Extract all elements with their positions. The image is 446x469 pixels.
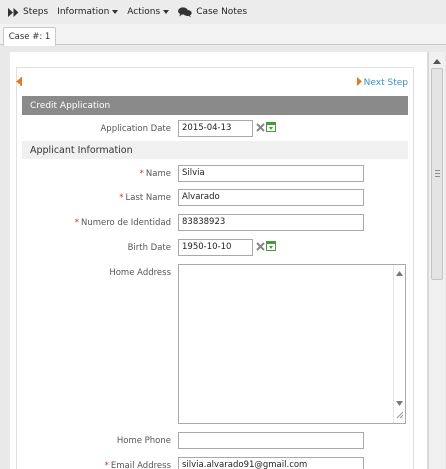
top-toolbar: Steps Information Actions Case Notes (0, 0, 446, 24)
required-marker: * (104, 461, 109, 469)
application-date-field[interactable]: 2015-04-13 (178, 120, 253, 137)
section-header-applicant-information: Applicant Information (22, 141, 408, 159)
information-menu[interactable]: Information (57, 7, 119, 17)
application-date-label: Application Date (100, 124, 171, 134)
resize-grip-icon[interactable] (396, 411, 404, 422)
grip-line (435, 173, 440, 174)
section-header-credit-application: Credit Application (22, 96, 408, 115)
birth-date-label: Birth Date (127, 243, 171, 253)
tab-strip: Case #: 1 (0, 24, 446, 46)
name-field[interactable]: Silvia (178, 165, 364, 182)
calendar-icon[interactable] (266, 122, 276, 135)
steps-menu[interactable]: Steps (8, 7, 48, 17)
tab-case-label: Case #: 1 (8, 32, 51, 42)
grip-line (435, 170, 440, 171)
numero-identidad-label: * Numero de Identidad (74, 218, 171, 228)
applicant-section-title: Applicant Information (30, 144, 133, 156)
last-name-label: * Last Name (119, 193, 171, 203)
grip-line (435, 176, 440, 177)
application-date-row: Application Date 2015-04-13 (22, 120, 408, 138)
case-notes-label: Case Notes (196, 7, 248, 17)
steps-label: Steps (23, 7, 49, 17)
previous-step-icon[interactable] (16, 77, 22, 89)
chat-bubbles-icon (178, 6, 192, 18)
numero-identidad-row: * Numero de Identidad 83838923 (22, 214, 408, 232)
email-address-field[interactable]: silvia.alvarado91@gmail.com (178, 457, 364, 469)
birth-date-field[interactable]: 1950-10-10 (178, 239, 253, 256)
scroll-up-icon[interactable] (433, 57, 441, 67)
last-name-row: * Last Name Alvarado (22, 189, 408, 207)
required-marker: * (139, 169, 144, 179)
home-phone-label: Home Phone (116, 436, 171, 446)
last-name-field[interactable]: Alvarado (178, 189, 364, 206)
actions-label: Actions (127, 7, 161, 17)
home-address-textarea[interactable] (178, 264, 406, 424)
name-row: * Name Silvia (22, 165, 408, 183)
chevron-down-icon (112, 10, 119, 14)
home-address-row: Home Address (22, 264, 408, 426)
case-notes-button[interactable]: Case Notes (178, 6, 248, 18)
name-label: * Name (139, 169, 171, 179)
home-address-label: Home Address (109, 268, 171, 278)
scrollbar-thumb[interactable] (431, 68, 443, 280)
page-scrollbar[interactable] (428, 52, 445, 469)
next-step-label: Next Step (363, 78, 408, 88)
information-label: Information (57, 7, 110, 17)
calendar-icon[interactable] (266, 241, 276, 254)
chevron-down-icon (163, 10, 170, 14)
fast-forward-icon (8, 7, 19, 17)
next-step-link[interactable]: Next Step (356, 77, 408, 89)
home-phone-field[interactable] (178, 432, 364, 449)
email-address-row: * Email Address silvia.alvarado91@gmail.c… (22, 457, 408, 469)
required-marker: * (119, 193, 124, 203)
tab-case[interactable]: Case #: 1 (3, 27, 56, 46)
email-address-label: * Email Address (104, 461, 171, 469)
required-marker: * (74, 218, 79, 228)
section-title: Credit Application (30, 100, 111, 111)
scroll-down-icon[interactable] (396, 399, 403, 409)
numero-identidad-field[interactable]: 83838923 (178, 214, 364, 231)
textarea-scrollbar[interactable] (393, 265, 405, 423)
scroll-up-icon[interactable] (396, 269, 403, 279)
clear-icon[interactable] (256, 123, 265, 135)
birth-date-row: Birth Date 1950-10-10 (22, 239, 408, 257)
next-arrow-icon (356, 77, 362, 89)
home-phone-row: Home Phone (22, 432, 408, 450)
clear-icon[interactable] (256, 242, 265, 254)
actions-menu[interactable]: Actions (127, 7, 170, 17)
form-panel: Next Step Credit Application Application… (10, 52, 428, 469)
